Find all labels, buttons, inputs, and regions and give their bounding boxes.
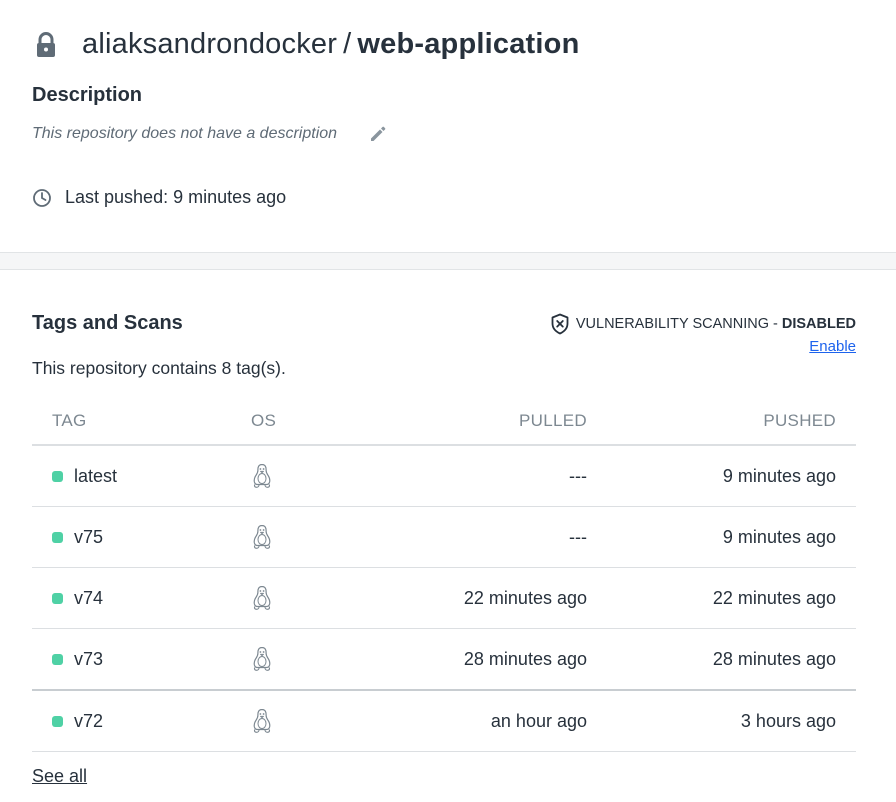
description-row: This repository does not have a descript… [32, 125, 387, 143]
enable-scanning-link[interactable]: Enable [809, 338, 856, 355]
last-pushed-row: Last pushed: 9 minutes ago [32, 187, 286, 208]
linux-icon [253, 463, 271, 488]
table-row[interactable]: latest --- 9 minutes ago [32, 446, 856, 507]
linux-icon [253, 585, 271, 610]
os-cell [251, 524, 361, 550]
description-text: This repository does not have a descript… [32, 125, 338, 142]
linux-icon [253, 646, 271, 671]
tag-cell: v74 [32, 588, 251, 609]
tag-name-link[interactable]: v75 [74, 527, 103, 548]
vulnerability-status-line: VULNERABILITY SCANNING - DISABLED [550, 313, 856, 335]
tag-cell: v75 [32, 527, 251, 548]
tag-name-link[interactable]: v73 [74, 649, 103, 670]
column-header-pulled: PULLED [519, 411, 587, 430]
tags-table: TAG OS PULLED PUSHED latest --- 9 minute… [32, 398, 856, 752]
table-row[interactable]: v72 an hour ago 3 hours ago [32, 691, 856, 752]
column-header-tag: TAG [52, 411, 87, 430]
tag-status-dot [52, 715, 63, 727]
shield-x-icon [551, 313, 569, 335]
tag-name-link[interactable]: latest [74, 466, 117, 487]
os-cell [251, 646, 361, 672]
pushed-cell: 9 minutes ago [722, 465, 836, 486]
repo-name: web-application [357, 28, 580, 60]
tag-cell: latest [32, 466, 251, 487]
pencil-icon[interactable] [369, 125, 387, 143]
tag-name-link[interactable]: v74 [74, 588, 103, 609]
table-row[interactable]: v75 --- 9 minutes ago [32, 507, 856, 568]
tag-status-dot [52, 592, 63, 604]
os-cell [251, 585, 361, 611]
tag-status-dot [52, 653, 63, 665]
pushed-cell: 22 minutes ago [712, 587, 836, 608]
vulnerability-label: VULNERABILITY SCANNING - [575, 316, 778, 332]
pushed-cell: 28 minutes ago [712, 648, 836, 669]
os-cell [251, 463, 361, 489]
pulled-cell: --- [569, 465, 587, 486]
tags-heading: Tags and Scans [32, 312, 183, 334]
repo-header: aliaksandrondocker / web-application Descr… [0, 0, 896, 253]
repo-separator: / [343, 28, 352, 60]
pulled-cell: --- [569, 526, 587, 547]
tag-name-link[interactable]: v72 [74, 711, 103, 732]
tag-cell: v72 [32, 711, 251, 732]
table-row[interactable]: v73 28 minutes ago 28 minutes ago [32, 629, 856, 691]
clock-icon [33, 188, 51, 207]
linux-icon [253, 708, 271, 733]
tag-status-dot [52, 470, 63, 482]
lock-icon [37, 31, 55, 57]
pulled-cell: 22 minutes ago [463, 587, 587, 608]
page-title: aliaksandrondocker / web-application [82, 28, 580, 61]
table-row[interactable]: v74 22 minutes ago 22 minutes ago [32, 568, 856, 629]
tag-cell: v73 [32, 649, 251, 670]
tags-table-header: TAG OS PULLED PUSHED [32, 398, 856, 446]
tag-status-dot [52, 531, 63, 543]
repo-namespace[interactable]: aliaksandrondocker [82, 28, 337, 60]
pulled-cell: 28 minutes ago [463, 648, 587, 669]
column-header-os: OS [251, 411, 277, 430]
description-heading: Description [32, 84, 143, 106]
os-cell [251, 708, 361, 734]
column-header-pushed: PUSHED [763, 411, 836, 430]
linux-icon [253, 524, 271, 549]
see-all-link[interactable]: See all [32, 766, 87, 787]
pulled-cell: an hour ago [490, 710, 587, 731]
section-divider [0, 252, 896, 270]
vulnerability-status: DISABLED [781, 316, 856, 332]
repo-title-row: aliaksandrondocker / web-application [36, 28, 580, 61]
last-pushed-text: Last pushed: 9 minutes ago [65, 187, 287, 207]
tag-count-text: This repository contains 8 tag(s). [32, 358, 286, 378]
pushed-cell: 3 hours ago [740, 710, 836, 731]
pushed-cell: 9 minutes ago [722, 526, 836, 547]
vulnerability-scanning-status: VULNERABILITY SCANNING - DISABLED Enable [550, 313, 856, 356]
